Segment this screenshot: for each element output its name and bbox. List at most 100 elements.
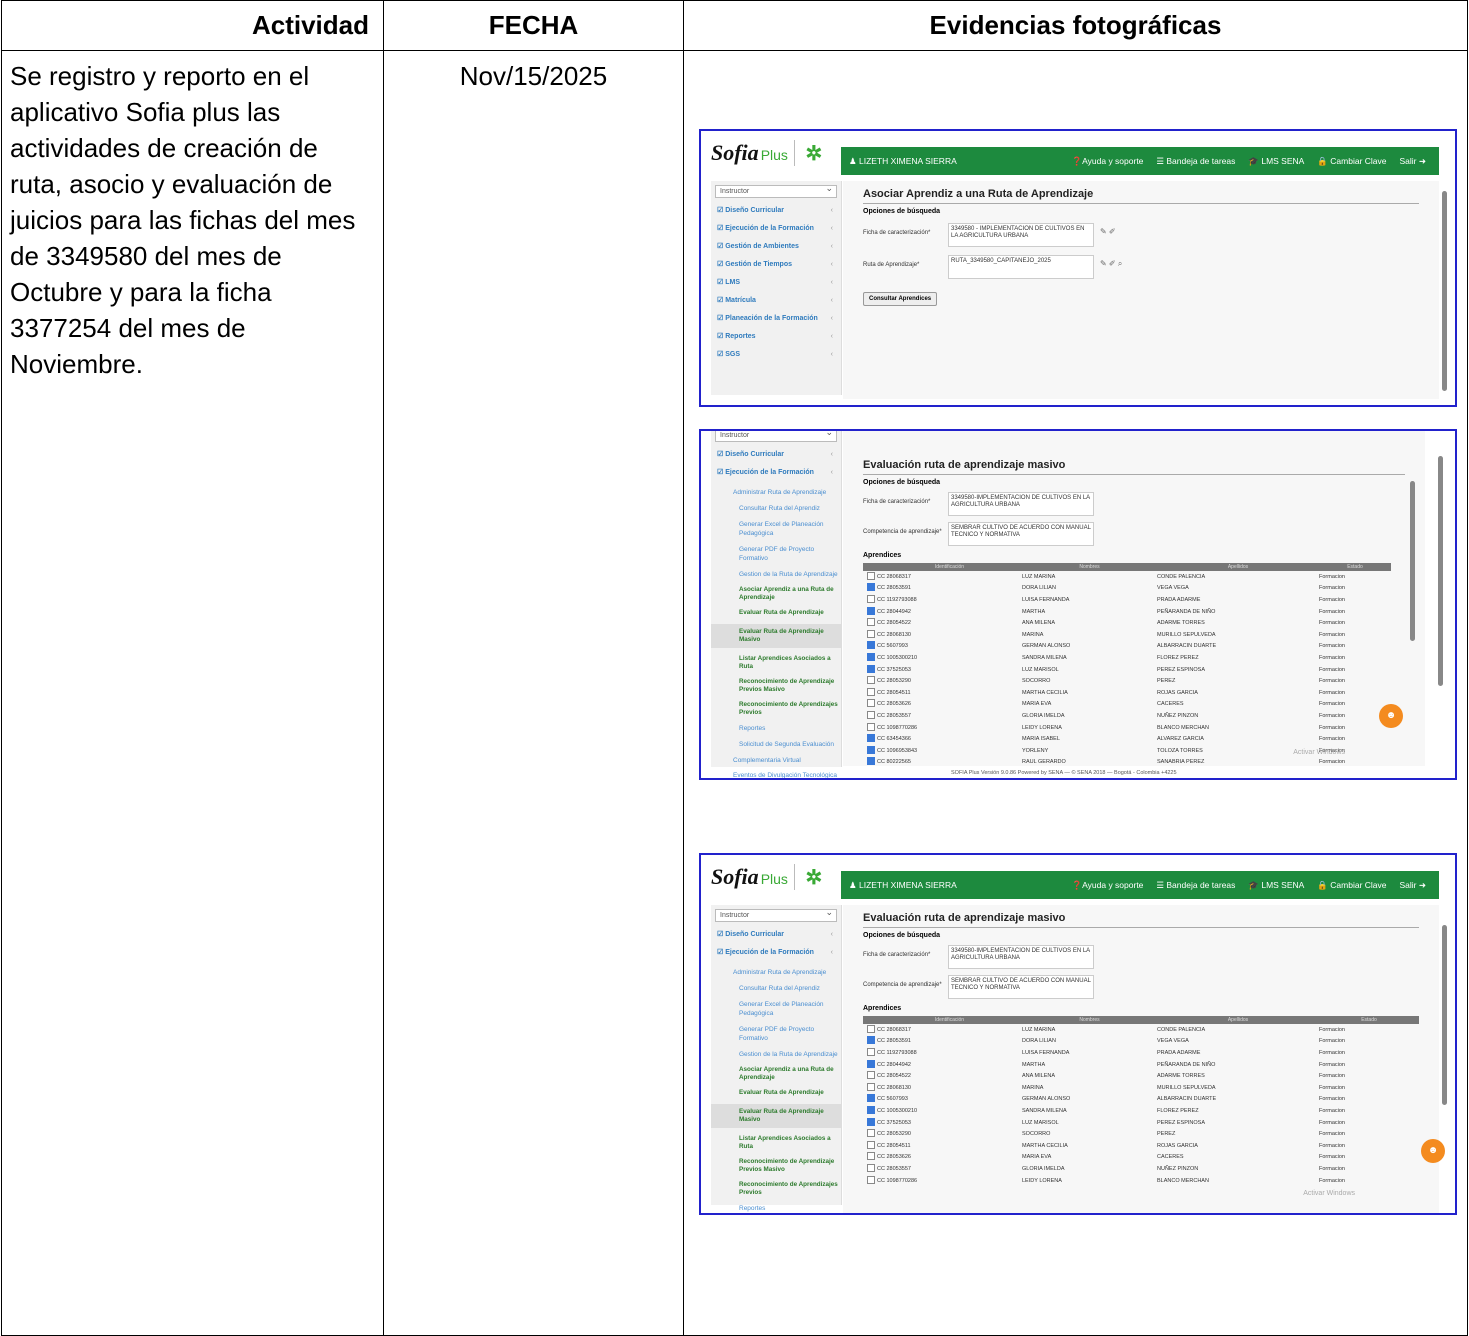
sidebar-item-ambientes[interactable]: ☑ Gestión de Ambientes: [711, 238, 841, 256]
ruta-field[interactable]: RUTA_3349580_CAPITANEJO_2025: [948, 255, 1094, 279]
role-select[interactable]: Instructor: [715, 431, 837, 442]
sidebar-item-generar-pdf[interactable]: Generar PDF de Proyecto Formativo: [711, 545, 841, 563]
sidebar-item-reconocimiento-masivo[interactable]: Reconocimiento de Aprendizaje Previos Ma…: [711, 1158, 841, 1174]
row-checkbox[interactable]: [867, 594, 875, 603]
sidebar-item-reportes[interactable]: Reportes: [711, 1204, 841, 1213]
scrollbar[interactable]: [1410, 481, 1415, 641]
row-checkbox[interactable]: [867, 1047, 875, 1056]
sidebar-item-consultar-ruta[interactable]: Consultar Ruta del Aprendiz: [711, 984, 841, 993]
row-checkbox[interactable]: [867, 583, 875, 592]
sidebar-item-solicitud[interactable]: Solicitud de Segunda Evaluación: [711, 740, 841, 749]
tasks-link[interactable]: ☰ Bandeja de tareas: [1156, 880, 1235, 891]
row-checkbox[interactable]: [867, 745, 875, 754]
row-checkbox[interactable]: [867, 1071, 875, 1080]
sidebar-item-evaluar[interactable]: Evaluar Ruta de Aprendizaje: [711, 1089, 841, 1097]
competencia-field[interactable]: SEMBRAR CULTIVO DE ACUERDO CON MANUAL TE…: [948, 975, 1094, 999]
ficha-field[interactable]: 3349580-IMPLEMENTACION DE CULTIVOS EN LA…: [948, 492, 1094, 516]
sidebar-item-eventos[interactable]: Eventos de Divulgación Tecnológica: [711, 771, 841, 778]
row-checkbox[interactable]: [867, 618, 875, 627]
sidebar-item-reconocimiento[interactable]: Reconocimiento de Aprendizajes Previos: [711, 701, 841, 717]
sidebar-item-diseno[interactable]: ☑ Diseño Curricular: [711, 446, 841, 464]
ficha-field[interactable]: 3349580-IMPLEMENTACION DE CULTIVOS EN LA…: [948, 945, 1094, 969]
row-checkbox[interactable]: [867, 1140, 875, 1149]
sidebar-item-ejecucion[interactable]: ☑ Ejecución de la Formación: [711, 220, 841, 238]
lms-link[interactable]: 🎓 LMS SENA: [1248, 880, 1304, 891]
row-checkbox[interactable]: [867, 1117, 875, 1126]
sidebar-item-diseno[interactable]: ☑ Diseño Curricular: [711, 202, 841, 220]
row-checkbox[interactable]: [867, 1163, 875, 1172]
sidebar-item-sgs[interactable]: ☑ SGS: [711, 346, 841, 364]
sidebar-item-admin-ruta[interactable]: Administrar Ruta de Aprendizaje: [711, 968, 841, 977]
sidebar-item-planeacion[interactable]: ☑ Planeación de la Formación: [711, 310, 841, 328]
sidebar-item-complementaria[interactable]: Complementaria Virtual: [711, 756, 841, 765]
sidebar-item-generar-pdf[interactable]: Generar PDF de Proyecto Formativo: [711, 1025, 841, 1043]
sidebar-item-evaluar[interactable]: Evaluar Ruta de Aprendizaje: [711, 609, 841, 617]
sidebar-item-gestion-ruta[interactable]: Gestion de la Ruta de Aprendizaje: [711, 570, 841, 579]
scrollbar[interactable]: [1442, 925, 1447, 1105]
row-checkbox[interactable]: [867, 1105, 875, 1114]
assistant-fab-icon[interactable]: ☻: [1421, 1139, 1445, 1163]
ficha-field[interactable]: 3349580 - IMPLEMENTACION DE CULTIVOS EN …: [948, 223, 1094, 247]
row-checkbox[interactable]: [867, 652, 875, 661]
sidebar-item-reconocimiento[interactable]: Reconocimiento de Aprendizajes Previos: [711, 1181, 841, 1197]
row-checkbox[interactable]: [867, 1059, 875, 1068]
competencia-field[interactable]: SEMBRAR CULTIVO DE ACUERDO CON MANUAL TE…: [948, 522, 1094, 546]
row-checkbox[interactable]: [867, 699, 875, 708]
row-checkbox[interactable]: [867, 606, 875, 615]
sidebar-item-ejecucion[interactable]: ☑ Ejecución de la Formación: [711, 464, 841, 482]
lms-link[interactable]: 🎓 LMS SENA: [1248, 156, 1304, 167]
row-checkbox[interactable]: [867, 687, 875, 696]
row-checkbox[interactable]: [867, 734, 875, 743]
sidebar-item-reportes[interactable]: ☑ Reportes: [711, 328, 841, 346]
help-link[interactable]: ❓Ayuda y soporte: [1072, 156, 1144, 167]
sidebar-item-evaluar-masivo[interactable]: Evaluar Ruta de Aprendizaje Masivo: [711, 624, 841, 648]
row-checkbox[interactable]: [867, 1082, 875, 1091]
change-password-link[interactable]: 🔒 Cambiar Clave: [1317, 156, 1386, 167]
role-select[interactable]: Instructor: [715, 183, 837, 198]
sidebar-item-diseno[interactable]: ☑ Diseño Curricular: [711, 926, 841, 944]
consultar-aprendices-button[interactable]: Consultar Aprendices: [863, 292, 938, 306]
cell-nombres: SANDRA MILENA: [1022, 654, 1067, 661]
assistant-fab-icon[interactable]: ☻: [1379, 704, 1403, 728]
sidebar-item-generar-excel[interactable]: Generar Excel de Planeación Pedagógica: [711, 520, 841, 538]
row-checkbox[interactable]: [867, 571, 875, 580]
sidebar-item-evaluar-masivo[interactable]: Evaluar Ruta de Aprendizaje Masivo: [711, 1104, 841, 1128]
scrollbar-2[interactable]: [1438, 456, 1443, 686]
sidebar-item-reportes[interactable]: Reportes: [711, 724, 841, 733]
logout-link[interactable]: Salir ➜: [1400, 880, 1427, 891]
sidebar-item-gestion-ruta[interactable]: Gestion de la Ruta de Aprendizaje: [711, 1050, 841, 1059]
row-checkbox[interactable]: [867, 1175, 875, 1184]
help-link[interactable]: ❓Ayuda y soporte: [1072, 880, 1144, 891]
row-checkbox[interactable]: [867, 1036, 875, 1045]
sidebar-item-matricula[interactable]: ☑ Matrícula: [711, 292, 841, 310]
scrollbar[interactable]: [1442, 191, 1447, 391]
edit-icon[interactable]: ✎ ✐: [1100, 223, 1116, 236]
row-checkbox[interactable]: [867, 1129, 875, 1138]
tasks-link[interactable]: ☰ Bandeja de tareas: [1156, 156, 1235, 167]
row-checkbox[interactable]: [867, 629, 875, 638]
sidebar-item-ejecucion[interactable]: ☑ Ejecución de la Formación: [711, 944, 841, 962]
sidebar-item-generar-excel[interactable]: Generar Excel de Planeación Pedagógica: [711, 1000, 841, 1018]
row-checkbox[interactable]: [867, 757, 875, 766]
search-icon[interactable]: ✎ ✐ ⌕: [1100, 255, 1122, 269]
change-password-link[interactable]: 🔒 Cambiar Clave: [1317, 880, 1386, 891]
row-checkbox[interactable]: [867, 1024, 875, 1033]
sidebar-item-asociar[interactable]: Asociar Aprendiz a una Ruta de Aprendiza…: [711, 586, 841, 602]
sidebar-item-lms[interactable]: ☑ LMS: [711, 274, 841, 292]
row-checkbox[interactable]: [867, 664, 875, 673]
sidebar-item-listar[interactable]: Listar Aprendices Asociados a Ruta: [711, 655, 841, 671]
sidebar-item-admin-ruta[interactable]: Administrar Ruta de Aprendizaje: [711, 488, 841, 497]
sidebar-item-asociar[interactable]: Asociar Aprendiz a una Ruta de Aprendiza…: [711, 1066, 841, 1082]
sidebar-item-consultar-ruta[interactable]: Consultar Ruta del Aprendiz: [711, 504, 841, 513]
sidebar-item-reconocimiento-masivo[interactable]: Reconocimiento de Aprendizaje Previos Ma…: [711, 678, 841, 694]
sidebar-item-listar[interactable]: Listar Aprendices Asociados a Ruta: [711, 1135, 841, 1151]
logout-link[interactable]: Salir ➜: [1400, 156, 1427, 167]
row-checkbox[interactable]: [867, 641, 875, 650]
row-checkbox[interactable]: [867, 1152, 875, 1161]
row-checkbox[interactable]: [867, 722, 875, 731]
role-select[interactable]: Instructor: [715, 907, 837, 922]
row-checkbox[interactable]: [867, 710, 875, 719]
sidebar-item-tiempos[interactable]: ☑ Gestión de Tiempos: [711, 256, 841, 274]
row-checkbox[interactable]: [867, 676, 875, 685]
row-checkbox[interactable]: [867, 1094, 875, 1103]
